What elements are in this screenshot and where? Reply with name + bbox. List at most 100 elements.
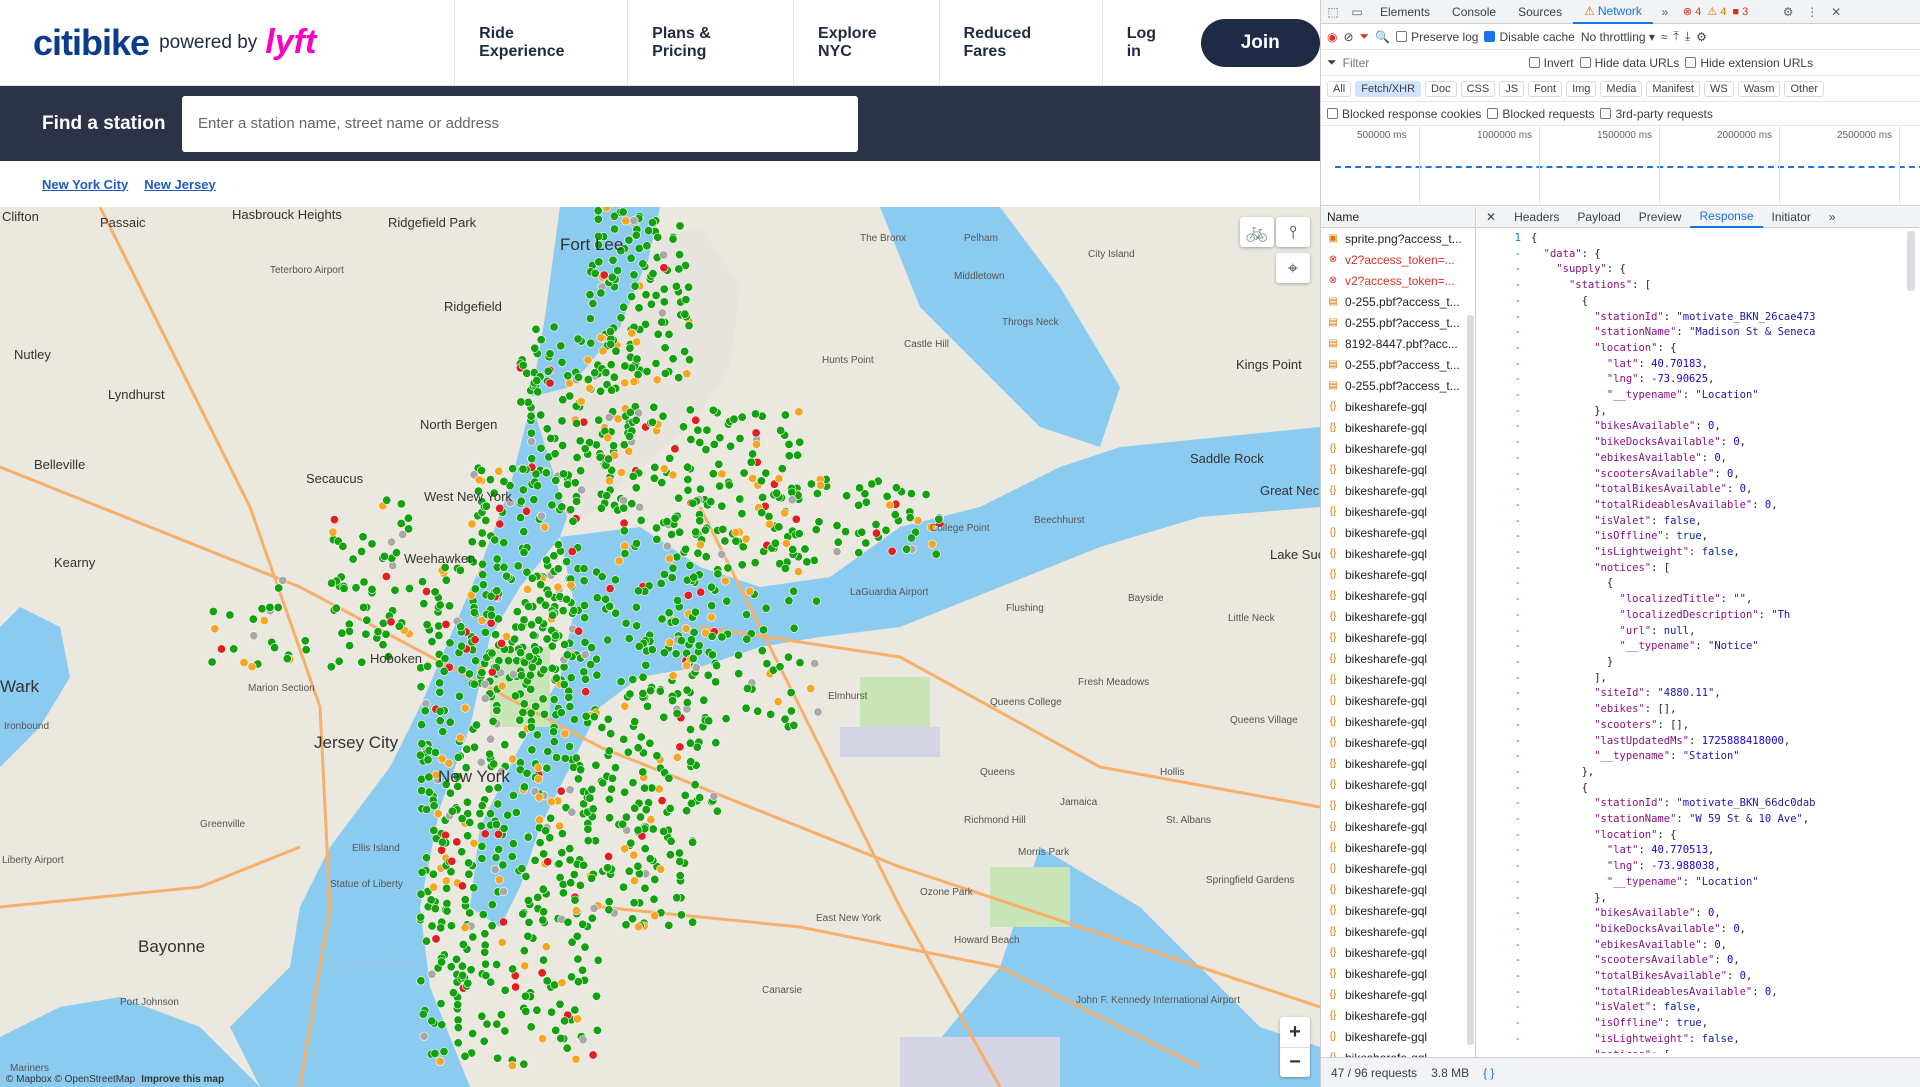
request-row[interactable]: {} bikesharefe-gql	[1321, 480, 1475, 501]
type-filter-ws[interactable]: WS	[1703, 80, 1734, 97]
station-marker[interactable]	[512, 607, 522, 617]
station-marker[interactable]	[832, 547, 842, 557]
station-marker[interactable]	[480, 693, 490, 703]
station-marker[interactable]	[657, 317, 667, 327]
station-marker[interactable]	[887, 546, 897, 556]
station-marker[interactable]	[746, 457, 756, 467]
station-marker[interactable]	[348, 554, 358, 564]
station-marker[interactable]	[606, 729, 616, 739]
station-marker[interactable]	[609, 441, 619, 451]
station-marker[interactable]	[497, 681, 507, 691]
station-marker[interactable]	[638, 767, 648, 777]
station-marker[interactable]	[682, 369, 692, 379]
station-marker[interactable]	[487, 648, 497, 658]
station-marker[interactable]	[596, 288, 606, 298]
station-search-input[interactable]	[182, 95, 858, 152]
station-marker[interactable]	[634, 641, 644, 651]
station-marker[interactable]	[521, 871, 531, 881]
station-marker[interactable]	[665, 638, 675, 648]
station-marker[interactable]	[538, 694, 548, 704]
request-row[interactable]: {} bikesharefe-gql	[1321, 522, 1475, 543]
station-marker[interactable]	[394, 621, 404, 631]
station-marker[interactable]	[517, 730, 527, 740]
station-marker[interactable]	[569, 714, 579, 724]
station-marker[interactable]	[516, 648, 526, 658]
station-marker[interactable]	[891, 483, 901, 493]
station-marker[interactable]	[603, 433, 613, 443]
station-marker[interactable]	[542, 424, 552, 434]
station-marker[interactable]	[331, 603, 341, 613]
station-marker[interactable]	[608, 255, 618, 265]
station-marker[interactable]	[624, 633, 634, 643]
station-marker[interactable]	[518, 707, 528, 717]
station-marker[interactable]	[543, 589, 553, 599]
station-marker[interactable]	[659, 464, 669, 474]
station-marker[interactable]	[654, 784, 664, 794]
station-marker[interactable]	[528, 630, 538, 640]
station-marker[interactable]	[527, 573, 537, 583]
station-marker[interactable]	[525, 670, 535, 680]
station-marker[interactable]	[477, 841, 487, 851]
station-marker[interactable]	[576, 765, 586, 775]
station-marker[interactable]	[530, 855, 540, 865]
station-marker[interactable]	[463, 831, 473, 841]
station-marker[interactable]	[329, 515, 339, 525]
station-marker[interactable]	[536, 410, 546, 420]
station-marker[interactable]	[672, 752, 682, 762]
station-marker[interactable]	[666, 836, 676, 846]
station-marker[interactable]	[421, 853, 431, 863]
settings-gear-icon[interactable]: ⚙	[1776, 5, 1800, 19]
station-marker[interactable]	[581, 687, 591, 697]
station-marker[interactable]	[546, 797, 556, 807]
station-marker[interactable]	[208, 606, 218, 616]
station-marker[interactable]	[511, 982, 521, 992]
station-marker[interactable]	[691, 527, 701, 537]
station-marker[interactable]	[439, 666, 449, 676]
station-marker[interactable]	[492, 586, 502, 596]
station-marker[interactable]	[445, 601, 455, 611]
station-marker[interactable]	[562, 1043, 572, 1053]
station-marker[interactable]	[464, 869, 474, 879]
station-marker[interactable]	[685, 560, 695, 570]
station-marker[interactable]	[577, 485, 587, 495]
station-marker[interactable]	[415, 750, 425, 760]
station-marker[interactable]	[667, 529, 677, 539]
station-marker[interactable]	[498, 917, 508, 927]
station-marker[interactable]	[543, 746, 553, 756]
station-marker[interactable]	[750, 558, 760, 568]
station-marker[interactable]	[618, 819, 628, 829]
station-marker[interactable]	[631, 415, 641, 425]
station-marker[interactable]	[464, 858, 474, 868]
station-marker[interactable]	[481, 959, 491, 969]
station-marker[interactable]	[604, 413, 614, 423]
station-marker[interactable]	[642, 367, 652, 377]
station-marker[interactable]	[490, 865, 500, 875]
warning-count-badge[interactable]: ⚠ 4	[1707, 5, 1726, 18]
more-tabs-icon[interactable]: »	[1653, 5, 1677, 19]
station-marker[interactable]	[655, 686, 665, 696]
station-marker[interactable]	[430, 747, 440, 757]
station-marker[interactable]	[416, 912, 426, 922]
station-marker[interactable]	[535, 838, 545, 848]
station-marker[interactable]	[680, 309, 690, 319]
station-marker[interactable]	[686, 798, 696, 808]
station-marker[interactable]	[650, 462, 660, 472]
station-marker[interactable]	[625, 431, 635, 441]
zoom-in-button[interactable]: +	[1280, 1017, 1310, 1047]
station-marker[interactable]	[334, 656, 344, 666]
station-marker[interactable]	[526, 708, 536, 718]
station-marker[interactable]	[570, 895, 580, 905]
station-marker[interactable]	[649, 402, 659, 412]
station-marker[interactable]	[854, 500, 864, 510]
station-marker[interactable]	[633, 586, 643, 596]
station-marker[interactable]	[562, 594, 572, 604]
station-marker[interactable]	[695, 516, 705, 526]
station-marker[interactable]	[547, 500, 557, 510]
station-marker[interactable]	[857, 527, 867, 537]
station-marker[interactable]	[636, 515, 646, 525]
error-count-badge[interactable]: ⊗ 4	[1683, 5, 1701, 18]
request-row[interactable]: ⊗ v2?access_token=...	[1321, 270, 1475, 291]
type-filter-other[interactable]: Other	[1784, 80, 1824, 97]
join-button[interactable]: Join	[1200, 18, 1320, 67]
station-marker[interactable]	[683, 474, 693, 484]
